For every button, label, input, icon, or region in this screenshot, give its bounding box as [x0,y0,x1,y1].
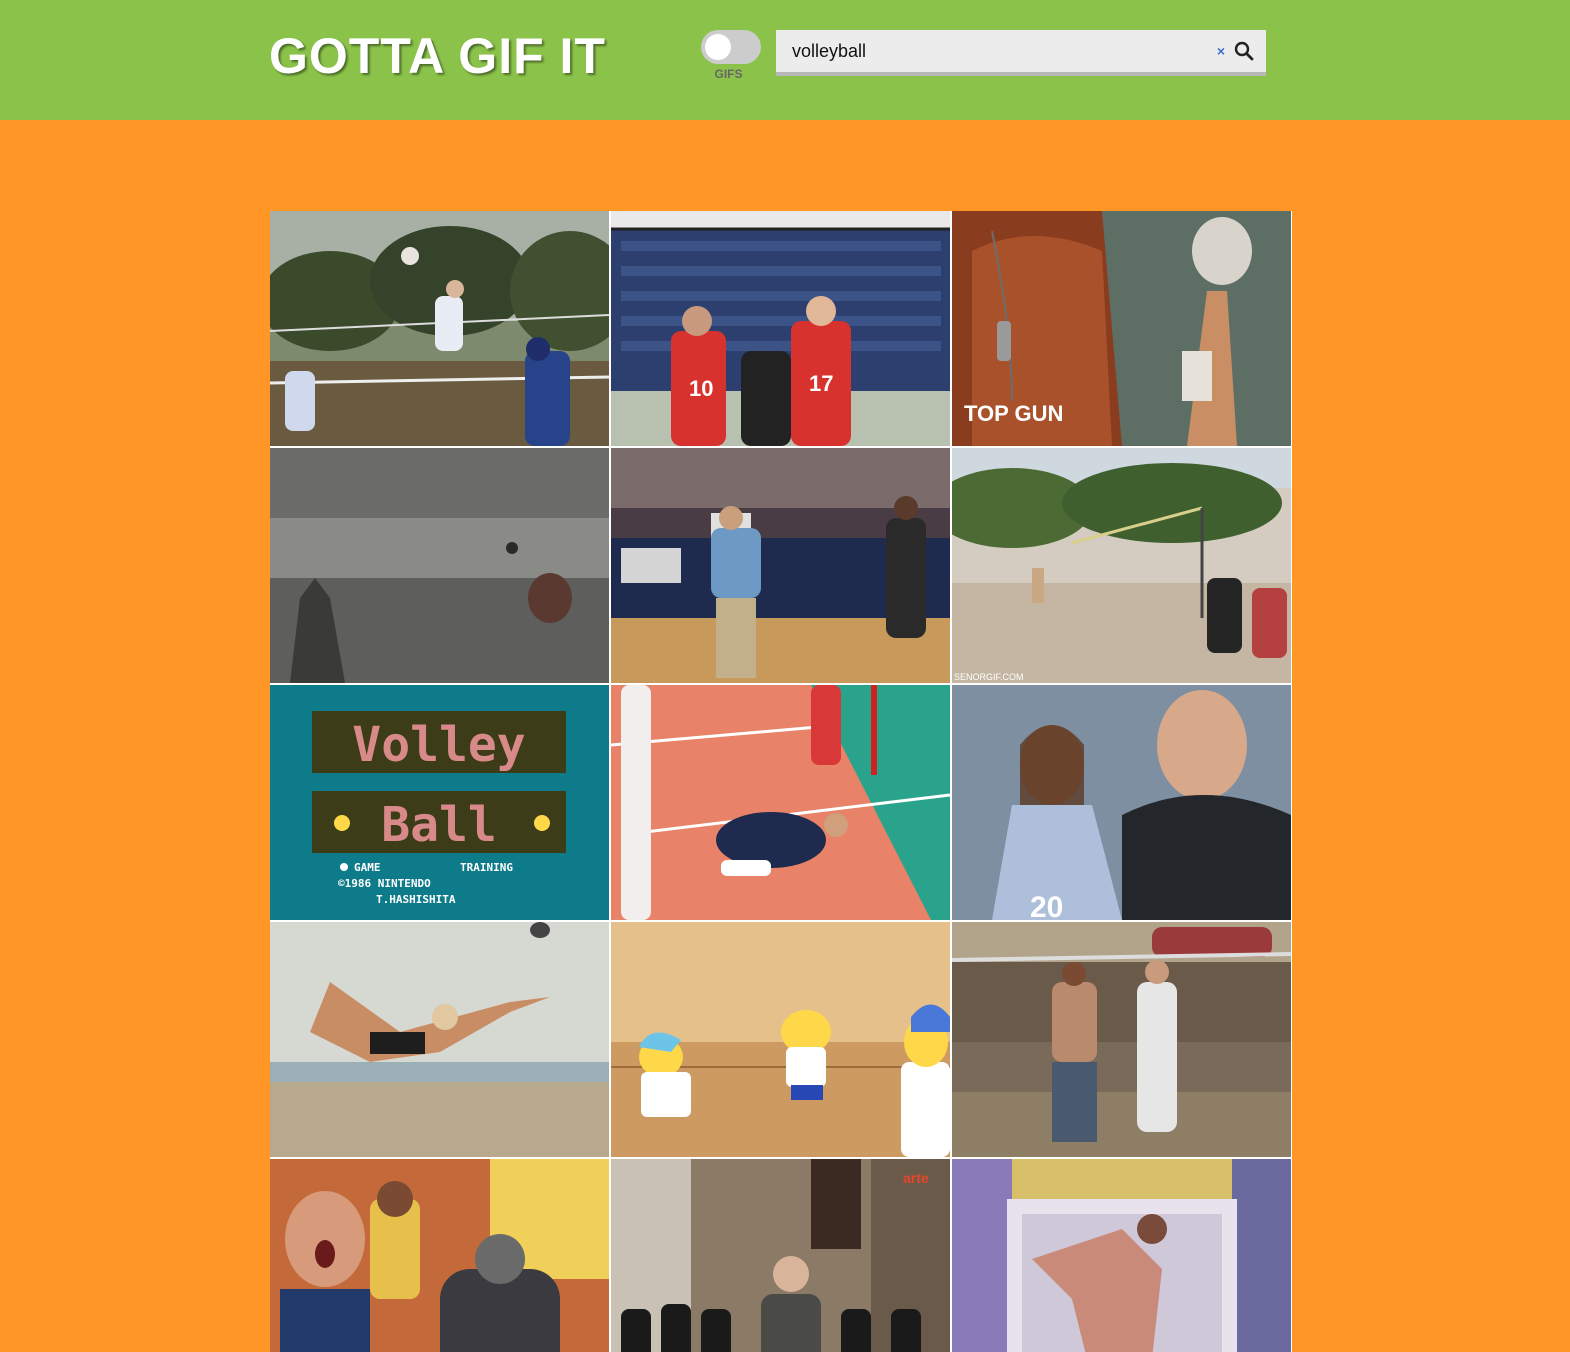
close-icon[interactable]: × [1217,43,1225,59]
gif-result-5[interactable] [611,448,950,683]
game-title-line1: Volley [352,717,525,773]
game-title-line2: Ball [381,797,497,853]
toggle-label: GIFS [714,67,743,81]
search-icon[interactable] [1232,39,1256,63]
gif-image-4 [270,448,609,683]
watermark: SENORGIF.COM [954,672,1024,682]
gif-result-15[interactable] [952,1159,1291,1352]
gifs-stickers-toggle[interactable]: GIFS [701,30,761,81]
gif-image-5 [611,448,950,683]
search-box: × [776,30,1266,76]
toggle-knob[interactable] [705,34,731,60]
gif-result-6[interactable]: SENORGIF.COM [952,448,1291,683]
channel-logo: arte [903,1170,929,1186]
gif-result-13[interactable] [270,1159,609,1352]
app-header: GOTTA GIF IT GIFS × [0,0,1570,120]
gif-image-6: SENORGIF.COM [952,448,1291,683]
toggle-track[interactable] [701,30,761,64]
search-input[interactable] [792,30,1192,72]
gif-result-8[interactable] [611,685,950,920]
gif-result-7[interactable]: Volley Ball GAME TRAINING ©1986 NINTENDO… [270,685,609,920]
gif-image-15 [952,1159,1291,1352]
gif-image-3: TOP GUN [952,211,1291,446]
gif-result-11[interactable] [611,922,950,1157]
search-button[interactable] [1232,39,1256,63]
gif-results-grid: 10 17 TOP GUN SENORGIF.COM Volley Ball G… [270,211,1292,1352]
gif-image-12 [952,922,1291,1157]
gif-image-14: arte [611,1159,950,1352]
jersey-number: 17 [809,371,833,396]
game-menu-game: GAME [354,861,381,874]
gif-image-2: 10 17 [611,211,950,446]
jersey-number: 10 [689,376,713,401]
gif-image-7: Volley Ball GAME TRAINING ©1986 NINTENDO… [270,685,609,920]
clear-search-button[interactable]: × [1214,42,1228,60]
gif-result-9[interactable]: 20 [952,685,1291,920]
app-title: GOTTA GIF IT [269,28,606,84]
movie-logo: TOP GUN [964,401,1063,426]
game-menu-training: TRAINING [460,861,513,874]
gif-result-14[interactable]: arte [611,1159,950,1352]
gif-image-8 [611,685,950,920]
gif-image-13 [270,1159,609,1352]
gif-image-11 [611,922,950,1157]
game-copyright: ©1986 NINTENDO [338,877,431,890]
gif-image-9: 20 [952,685,1291,920]
gif-result-1[interactable] [270,211,609,446]
gif-result-2[interactable]: 10 17 [611,211,950,446]
gif-result-12[interactable] [952,922,1291,1157]
jersey-number: 20 [1030,891,1063,920]
gif-result-3[interactable]: TOP GUN [952,211,1291,446]
gif-image-1 [270,211,609,446]
gif-result-10[interactable] [270,922,609,1157]
gif-image-10 [270,922,609,1157]
game-author: T.HASHISHITA [376,893,456,906]
gif-result-4[interactable] [270,448,609,683]
